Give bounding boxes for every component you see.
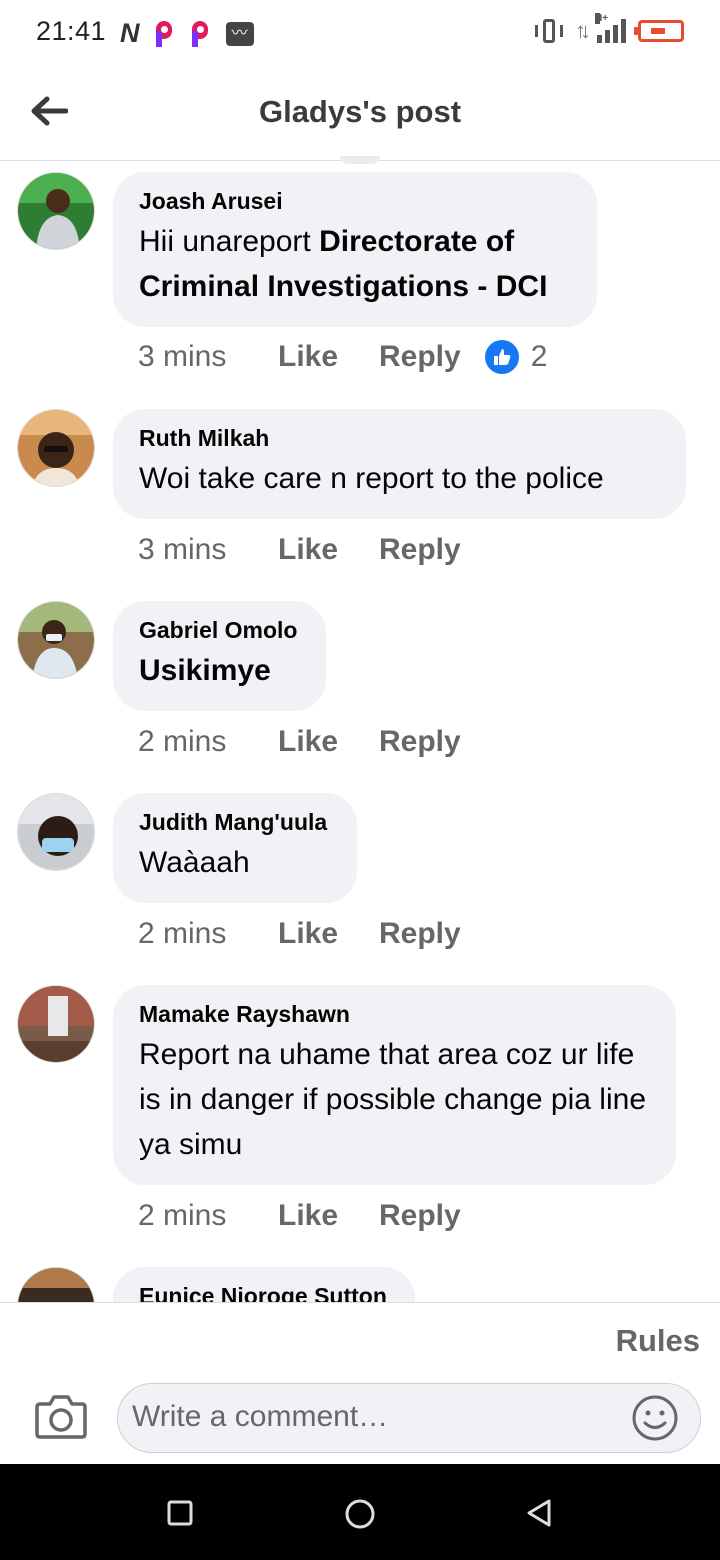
comment-text: Usikimye: [139, 654, 271, 687]
data-arrows-icon: ↑↓: [575, 18, 591, 43]
like-button[interactable]: Like: [278, 725, 379, 759]
circle-icon: [345, 1499, 375, 1529]
avatar[interactable]: [17, 172, 95, 250]
comment-bubble[interactable]: Joash Arusei Hii unareport Directorate o…: [113, 172, 597, 327]
page-title: Gladys's post: [258, 94, 462, 129]
comment-author[interactable]: Mamake Rayshawn: [139, 1001, 650, 1028]
like-button[interactable]: Like: [278, 340, 379, 374]
reply-button[interactable]: Reply: [379, 533, 461, 567]
comment-bubble[interactable]: Eunice Njoroge Sutton: [113, 1267, 415, 1302]
triangle-back-icon: [527, 1499, 551, 1527]
comment-bubble[interactable]: Judith Mang'uula Waàaah: [113, 793, 357, 903]
avatar[interactable]: [17, 601, 95, 679]
like-button[interactable]: Like: [278, 1199, 379, 1233]
like-button[interactable]: Like: [278, 533, 379, 567]
avatar[interactable]: [17, 409, 95, 487]
comment-time[interactable]: 2 mins: [138, 917, 278, 951]
comment-list[interactable]: Joash Arusei Hii unareport Directorate o…: [0, 162, 720, 1302]
avatar[interactable]: [17, 1267, 95, 1302]
notification-icons: N 〰: [120, 18, 254, 49]
square-icon: [167, 1500, 193, 1526]
reply-button[interactable]: Reply: [379, 340, 461, 374]
avatar[interactable]: [17, 985, 95, 1063]
comment-text: Woi take care n report to the police: [139, 462, 604, 495]
emoji-button[interactable]: [630, 1393, 680, 1443]
comment-actions: 3 mins Like Reply 2: [138, 340, 547, 374]
comment-author[interactable]: Gabriel Omolo: [139, 617, 300, 644]
comment-input-placeholder: Write a comment…: [132, 1400, 389, 1433]
recents-button[interactable]: [165, 1498, 195, 1528]
camera-icon: [35, 1395, 87, 1439]
signal-icon: H+: [595, 13, 626, 43]
nav-back-button[interactable]: [524, 1498, 554, 1528]
comment-actions: 2 mins Like Reply: [138, 725, 461, 759]
reaction-summary[interactable]: 2: [484, 340, 548, 374]
comment-time[interactable]: 3 mins: [138, 340, 278, 374]
comment-text: Report na uhame that area coz ur life is…: [139, 1038, 646, 1161]
comment-author[interactable]: Eunice Njoroge Sutton: [139, 1283, 389, 1302]
system-icons: ↑↓ H+: [535, 13, 684, 44]
system-nav-bar: [0, 1464, 720, 1560]
comment-bubble[interactable]: Gabriel Omolo Usikimye: [113, 601, 326, 711]
comment-actions: 2 mins Like Reply: [138, 1199, 461, 1233]
reaction-count: 2: [530, 340, 548, 373]
like-button[interactable]: Like: [278, 917, 379, 951]
comment-bubble[interactable]: Mamake Rayshawn Report na uhame that are…: [113, 985, 676, 1185]
comment-bubble[interactable]: Ruth Milkah Woi take care n report to th…: [113, 409, 686, 519]
reply-button[interactable]: Reply: [379, 917, 461, 951]
comment-author[interactable]: Ruth Milkah: [139, 425, 660, 452]
comment-text: Waàaah: [139, 846, 250, 879]
n-app-icon: N: [120, 18, 140, 48]
p-app-icon-2: [190, 20, 212, 47]
comment-input[interactable]: Write a comment…: [117, 1383, 701, 1453]
comment-time[interactable]: 2 mins: [138, 1199, 278, 1233]
camera-button[interactable]: [34, 1392, 88, 1440]
comment-text: Hii unareport Directorate of Criminal In…: [139, 225, 548, 303]
avatar[interactable]: [17, 793, 95, 871]
comment-actions: 2 mins Like Reply: [138, 917, 461, 951]
comment-composer: Write a comment…: [0, 1374, 720, 1464]
p-app-icon: [154, 20, 176, 47]
comment-actions: 3 mins Like Reply: [138, 533, 461, 567]
comment-author[interactable]: Judith Mang'uula: [139, 809, 331, 836]
reply-button[interactable]: Reply: [379, 725, 461, 759]
like-thumb-icon: [484, 340, 519, 374]
comment-time[interactable]: 3 mins: [138, 533, 278, 567]
activity-icon: 〰: [225, 21, 254, 46]
comment-time[interactable]: 2 mins: [138, 725, 278, 759]
comment-author[interactable]: Joash Arusei: [139, 188, 571, 215]
vibrate-icon: [535, 18, 563, 44]
emoji-icon: [632, 1395, 678, 1441]
status-time: 21:41: [36, 16, 107, 46]
battery-icon: [634, 20, 684, 42]
rules-bar: Rules: [0, 1302, 720, 1374]
home-button[interactable]: [344, 1498, 375, 1529]
reply-button[interactable]: Reply: [379, 1199, 461, 1233]
post-header: Gladys's post: [0, 66, 720, 161]
rules-link[interactable]: Rules: [616, 1323, 700, 1359]
status-bar: 21:41 N 〰 ↑↓ H+: [0, 0, 720, 66]
